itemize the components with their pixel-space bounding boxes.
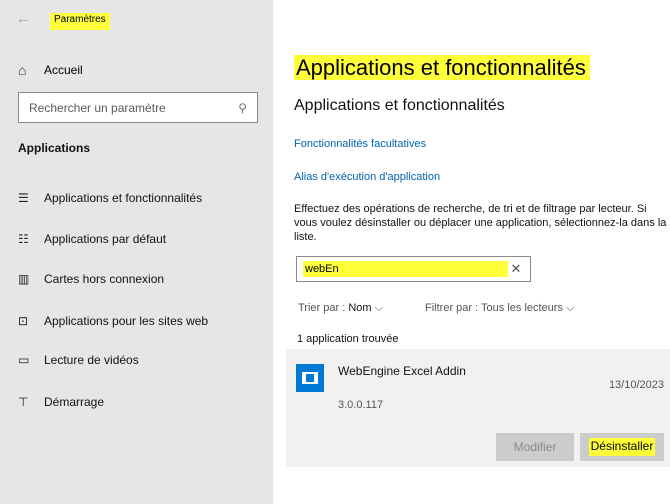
- chevron-down-icon: ⌵: [374, 302, 383, 314]
- optional-features-link[interactable]: Fonctionnalités facultatives: [294, 138, 426, 150]
- default-apps-icon: ☷: [18, 232, 29, 246]
- section-title: Applications et fonctionnalités: [294, 97, 505, 114]
- sidebar-item-apps-websites[interactable]: ⊡ Applications pour les sites web: [18, 311, 208, 331]
- apps-websites-icon: ⊡: [18, 314, 29, 328]
- app-search-input[interactable]: webEn ✕: [296, 256, 531, 282]
- uninstall-button[interactable]: Désinstaller: [580, 433, 664, 461]
- sidebar-item-label: Cartes hors connexion: [44, 272, 165, 286]
- sidebar-item-default-apps[interactable]: ☷ Applications par défaut: [18, 229, 166, 249]
- app-version: 3.0.0.117: [338, 399, 384, 411]
- sidebar-item-label: Applications et fonctionnalités: [44, 191, 203, 205]
- sidebar-item-offline-maps[interactable]: ▥ Cartes hors connexion: [18, 269, 164, 289]
- back-button[interactable]: ←: [14, 9, 32, 27]
- search-icon: ⚲: [238, 100, 247, 115]
- video-playback-icon: ▭: [18, 353, 30, 367]
- app-name: WebEngine Excel Addin: [338, 364, 466, 378]
- filter-value: Tous les lecteurs: [481, 302, 563, 314]
- offline-maps-icon: ▥: [18, 272, 30, 286]
- filter-label: Filtrer par :: [425, 302, 479, 314]
- arrow-left-icon: ←: [16, 10, 30, 26]
- sidebar-item-label: Lecture de vidéos: [44, 353, 139, 367]
- app-list-item[interactable]: WebEngine Excel Addin 13/10/2023 3.0.0.1…: [286, 349, 670, 467]
- settings-search-input[interactable]: Rechercher un paramètre ⚲: [18, 92, 258, 123]
- apps-features-icon: ☰: [18, 191, 29, 205]
- sidebar-item-apps-features[interactable]: ☰ Applications et fonctionnalités: [18, 188, 202, 208]
- uninstall-label: Désinstaller: [588, 438, 656, 456]
- app-search-value: webEn: [303, 261, 508, 277]
- home-link[interactable]: ⌂ Accueil: [18, 60, 83, 80]
- description-text: Effectuez des opérations de recherche, d…: [294, 203, 667, 243]
- home-icon: ⌂: [18, 62, 27, 78]
- sidebar-item-label: Applications pour les sites web: [44, 314, 209, 328]
- sidebar-item-video-playback[interactable]: ▭ Lecture de vidéos: [18, 350, 139, 370]
- sidebar-section-title: Applications: [18, 141, 91, 155]
- page-title: Applications et fonctionnalités: [294, 55, 590, 81]
- sidebar-item-startup[interactable]: ⊤ Démarrage: [18, 392, 104, 412]
- result-count: 1 application trouvée: [297, 333, 399, 345]
- sidebar-item-label: Démarrage: [44, 395, 105, 409]
- app-icon: [296, 364, 324, 392]
- sidebar-item-label: Applications par défaut: [44, 232, 167, 246]
- sort-value: Nom: [348, 302, 372, 314]
- sidebar: ← Paramètres ⌂ Accueil Rechercher un par…: [0, 0, 273, 504]
- filter-dropdown[interactable]: Filtrer par : Tous les lecteurs ⌵: [425, 302, 574, 315]
- app-execution-alias-link[interactable]: Alias d'exécution d'application: [294, 171, 440, 183]
- sort-label: Trier par :: [298, 302, 346, 314]
- title-bar: ← Paramètres: [0, 0, 273, 34]
- home-label: Accueil: [44, 63, 83, 77]
- search-placeholder: Rechercher un paramètre: [29, 100, 166, 115]
- window-title: Paramètres: [50, 13, 110, 30]
- clear-icon[interactable]: ✕: [508, 261, 524, 277]
- app-install-date: 13/10/2023: [608, 379, 664, 391]
- chevron-down-icon: ⌵: [566, 302, 575, 314]
- modify-button[interactable]: Modifier: [496, 433, 574, 461]
- startup-icon: ⊤: [18, 395, 29, 409]
- sort-dropdown[interactable]: Trier par : Nom ⌵: [298, 302, 383, 315]
